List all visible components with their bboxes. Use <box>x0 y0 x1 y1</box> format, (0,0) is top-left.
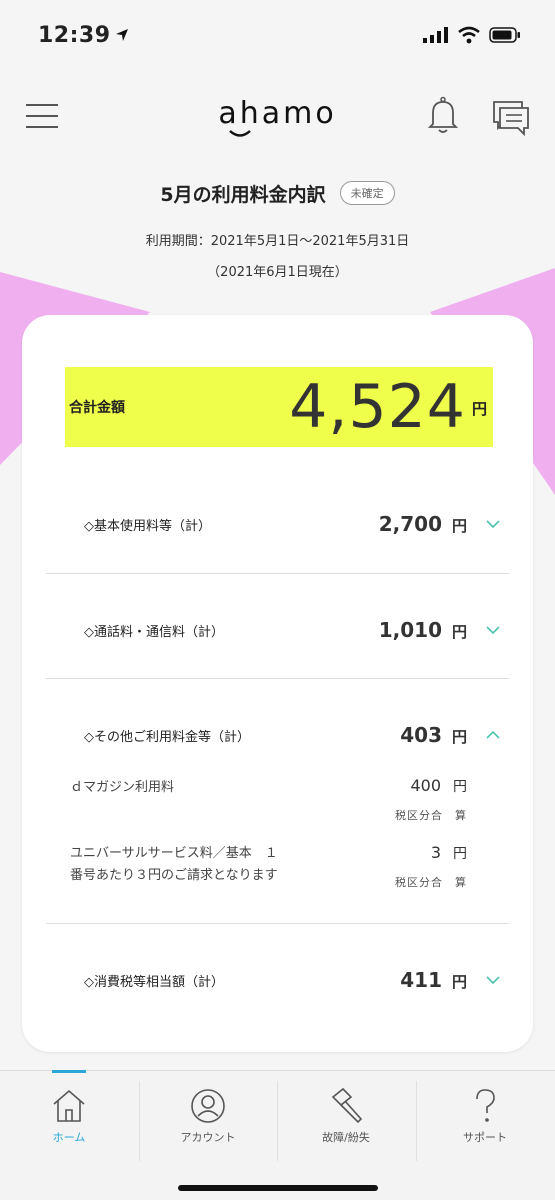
battery-icon <box>489 27 520 43</box>
amount-value: 403 <box>400 723 442 747</box>
home-indicator <box>178 1185 378 1191</box>
chevron-up-icon[interactable] <box>485 730 501 740</box>
row-label: ◇その他ご利用料金等（計） <box>84 729 250 745</box>
menu-line <box>26 104 58 106</box>
logo-smile-icon <box>229 130 251 137</box>
ahamo-logo[interactable]: ahamo <box>210 96 345 140</box>
time-text: 12:39 <box>38 22 111 48</box>
sub-amount-value: 3 <box>430 843 441 862</box>
home-icon <box>53 1089 85 1122</box>
menu-line <box>26 115 58 117</box>
hammer-icon <box>331 1087 363 1124</box>
row-call-data-fee[interactable]: ◇通話料・通信料（計） 1,010 円 <box>46 577 509 683</box>
menu-line <box>26 126 58 128</box>
tab-home[interactable]: ホーム <box>0 1071 138 1167</box>
page-title-row: 5月の利用料金内訳 未確定 <box>0 175 555 211</box>
billing-period: 利用期間：2021年5月1日〜2021年5月31日 <box>145 234 410 249</box>
total-label: 合計金額 <box>69 400 125 416</box>
sub-item-label: ユニバーサルサービス料／基本 １ <box>70 846 278 861</box>
tab-label: ホーム <box>52 1131 86 1144</box>
tab-support[interactable]: サポート <box>416 1071 554 1167</box>
sub-item-amount: 400 円 <box>410 776 467 796</box>
logo-text: ahamo <box>218 96 337 131</box>
tab-label: アカウント <box>180 1131 236 1144</box>
question-icon <box>476 1089 495 1122</box>
sub-item-label-line2: 番号あたり３円のご請求となります <box>70 868 278 883</box>
total-unit: 円 <box>471 400 487 418</box>
row-label: ◇通話料・通信料（計） <box>84 624 224 640</box>
tab-breakdown-lost[interactable]: 故障/紛失 <box>277 1071 415 1167</box>
total-amount: 4,524 円 <box>289 377 487 437</box>
app-header: ahamo <box>0 82 555 154</box>
status-bar: 12:39 <box>0 0 555 70</box>
sub-amount-value: 400 <box>410 776 441 795</box>
status-badge: 未確定 <box>339 181 395 205</box>
divider <box>46 923 509 924</box>
menu-button[interactable] <box>26 104 58 132</box>
status-icons <box>423 26 521 44</box>
location-arrow-icon <box>115 29 128 41</box>
row-amount: 403 円 <box>400 723 467 747</box>
billing-card: 合計金額 4,524 円 ◇基本使用料等（計） 2,700 円 ◇通話料・通信料… <box>22 315 533 1052</box>
account-icon <box>191 1089 225 1123</box>
chevron-down-icon[interactable] <box>485 975 501 985</box>
signal-icon <box>423 27 448 43</box>
chevron-down-icon[interactable] <box>485 625 501 635</box>
amount-value: 1,010 <box>378 618 442 642</box>
sub-item-amount: 3 円 <box>431 843 467 863</box>
row-label: ◇基本使用料等（計） <box>84 518 211 534</box>
wifi-icon <box>458 26 480 44</box>
total-amount-box: 合計金額 4,524 円 <box>65 367 493 447</box>
tab-label: 故障/紛失 <box>322 1131 370 1144</box>
amount-unit: 円 <box>451 517 467 535</box>
row-label: ◇消費税等相当額（計） <box>84 974 224 990</box>
tab-account[interactable]: アカウント <box>139 1071 277 1167</box>
row-amount: 1,010 円 <box>379 618 467 642</box>
amount-value: 411 <box>400 968 442 992</box>
chevron-down-icon[interactable] <box>485 519 501 529</box>
amount-unit: 円 <box>451 973 467 991</box>
row-amount: 411 円 <box>400 968 467 992</box>
sub-item-tax: 税区分合 算 <box>395 876 467 889</box>
divider <box>46 678 509 679</box>
tab-label: サポート <box>463 1131 507 1144</box>
sub-amount-unit: 円 <box>453 779 467 795</box>
sub-item-tax: 税区分合 算 <box>395 809 467 822</box>
row-other-fees[interactable]: ◇その他ご利用料金等（計） 403 円 <box>46 682 509 788</box>
bell-icon[interactable] <box>428 96 458 136</box>
amount-value: 2,700 <box>378 512 442 536</box>
sub-item-label: ｄマガジン利用料 <box>70 780 175 795</box>
total-value: 4,524 <box>289 372 466 442</box>
divider <box>46 573 509 574</box>
row-amount: 2,700 円 <box>379 512 467 536</box>
amount-unit: 円 <box>451 623 467 641</box>
row-consumption-tax[interactable]: ◇消費税等相当額（計） 411 円 <box>46 927 509 1033</box>
sub-amount-unit: 円 <box>453 846 467 862</box>
status-time: 12:39 <box>38 23 129 48</box>
row-basic-fee[interactable]: ◇基本使用料等（計） 2,700 円 <box>46 471 509 577</box>
chat-icon[interactable] <box>490 98 530 136</box>
tab-bar: ホーム アカウント 故障/紛失 サポート <box>0 1070 555 1200</box>
page-title: 5月の利用料金内訳 <box>160 183 326 206</box>
amount-unit: 円 <box>451 728 467 746</box>
